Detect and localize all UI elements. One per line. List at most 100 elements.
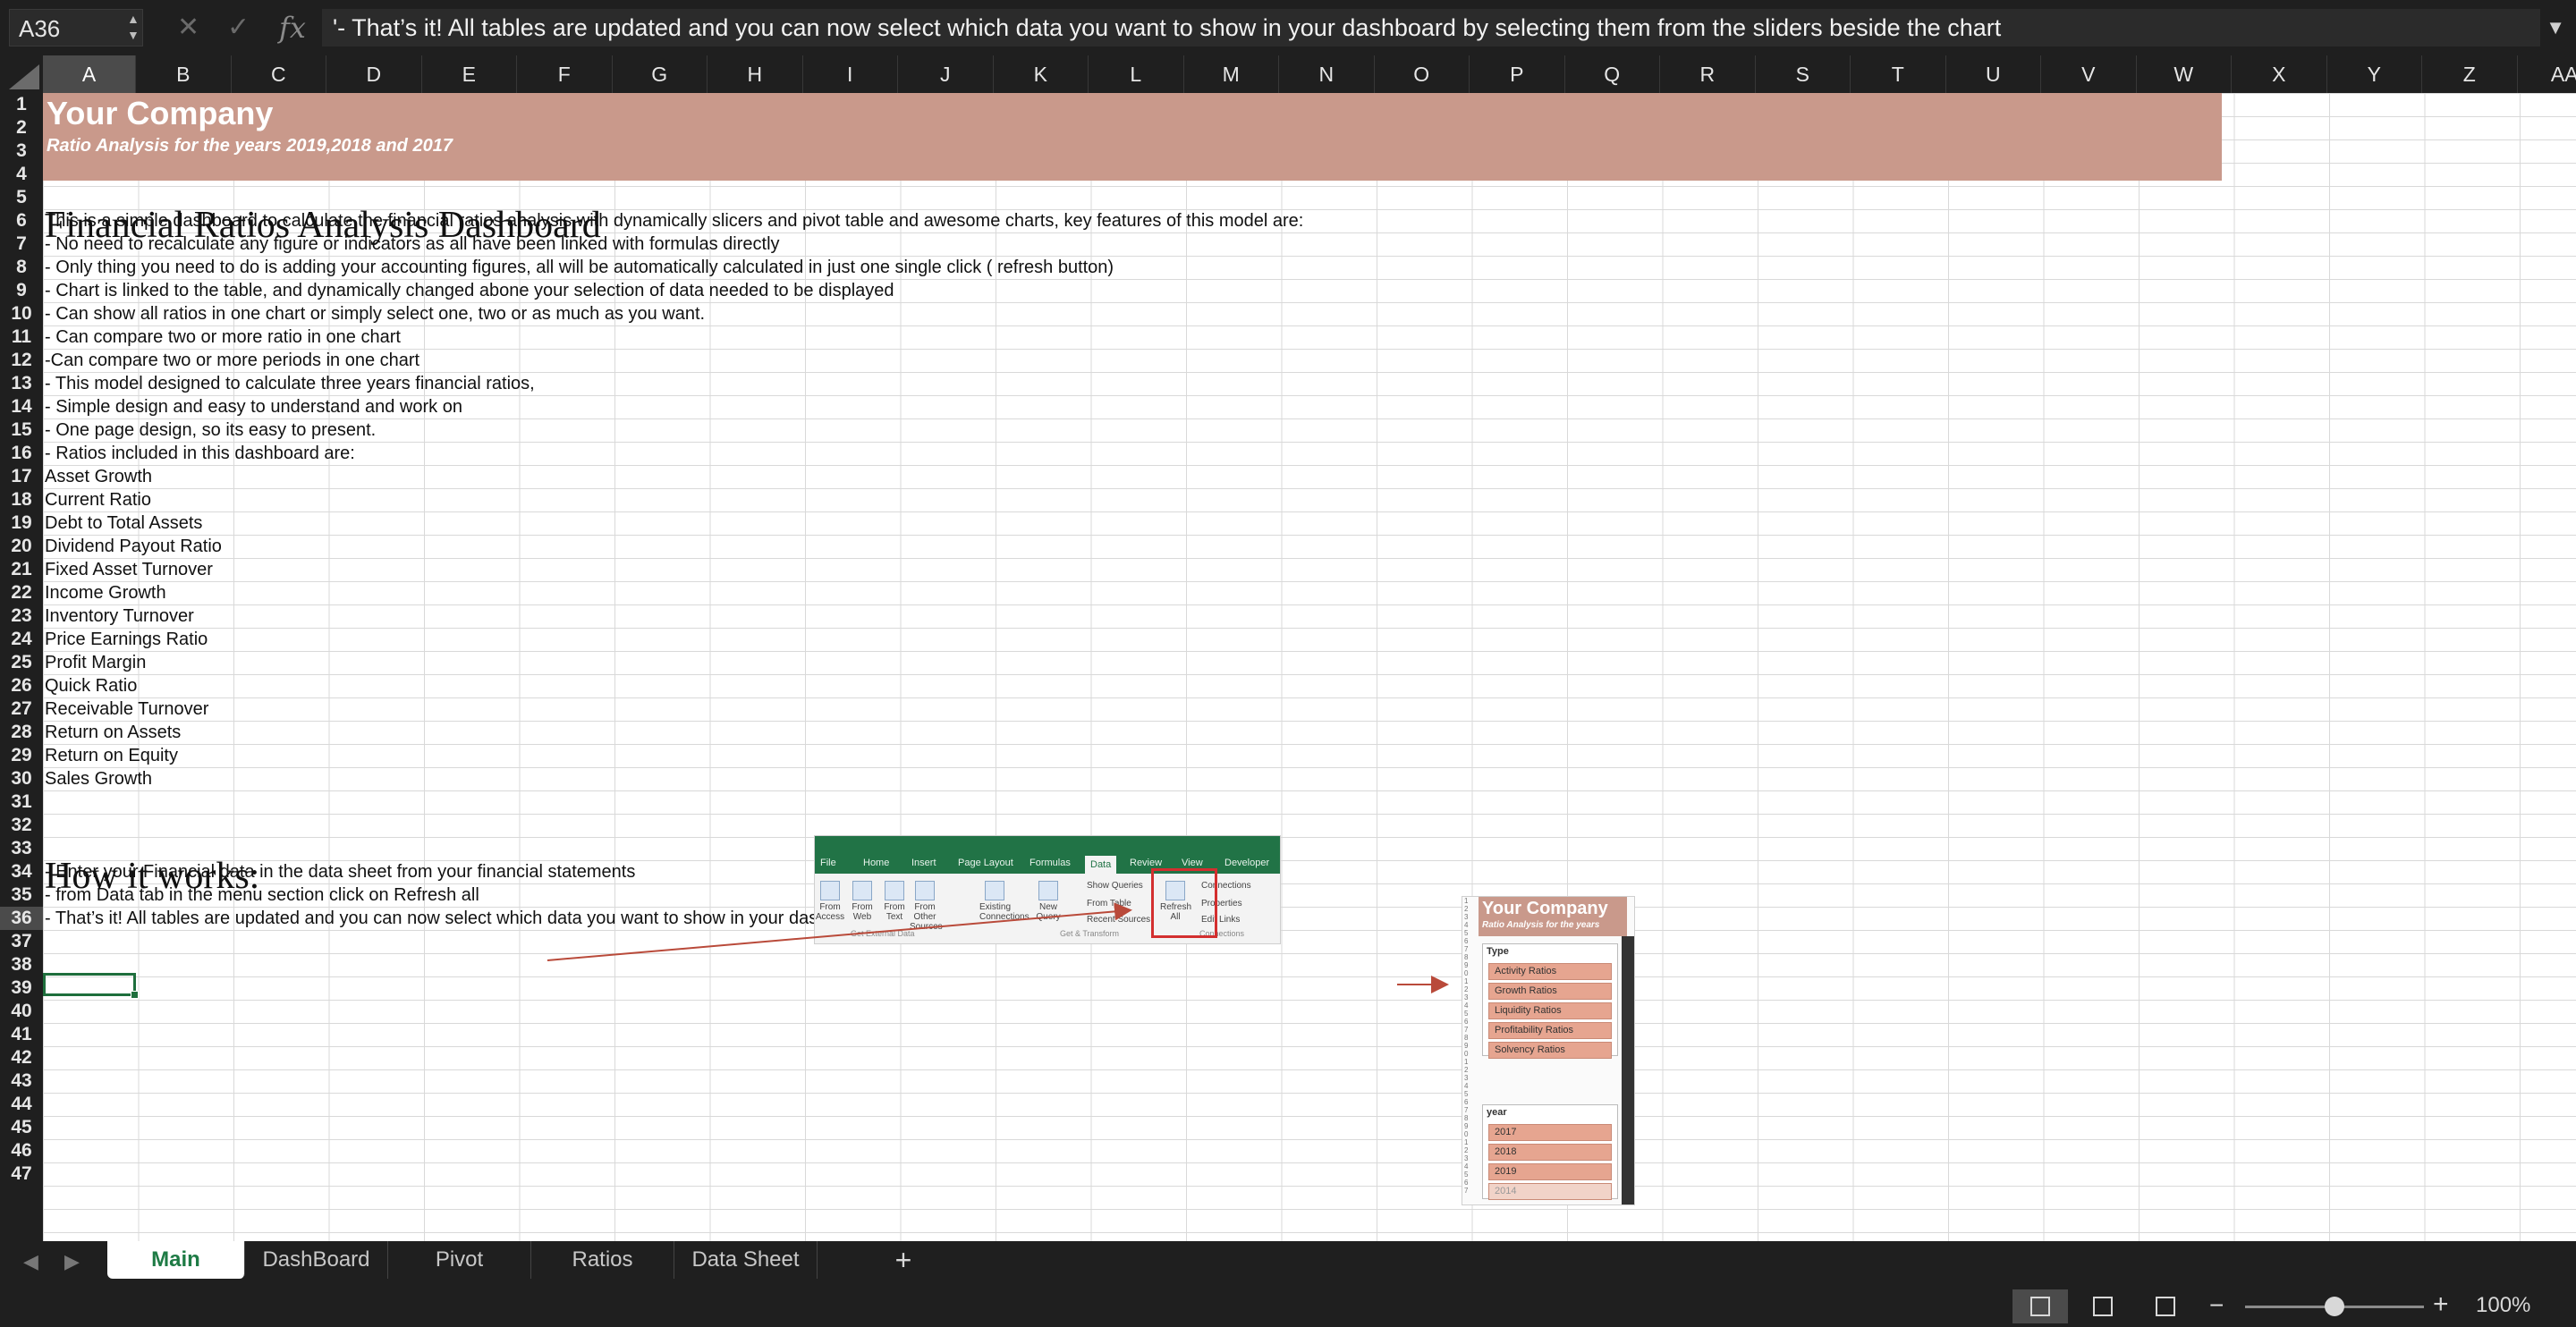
row-header-32[interactable]: 32	[0, 814, 43, 837]
row-header-24[interactable]: 24	[0, 628, 43, 651]
row-header-23[interactable]: 23	[0, 604, 43, 628]
column-header-u[interactable]: U	[1946, 55, 2041, 93]
column-header-aa[interactable]: AA	[2518, 55, 2576, 93]
select-all-button[interactable]	[0, 55, 44, 93]
column-header-c[interactable]: C	[232, 55, 326, 93]
name-box-spinner-icon[interactable]: ▲ ▼	[127, 11, 140, 43]
row-header-38[interactable]: 38	[0, 953, 43, 976]
row-header-29[interactable]: 29	[0, 744, 43, 767]
column-header-p[interactable]: P	[1470, 55, 1565, 93]
zoom-slider-thumb[interactable]	[2325, 1297, 2344, 1316]
row-header-13[interactable]: 13	[0, 372, 43, 395]
column-header-o[interactable]: O	[1375, 55, 1470, 93]
formula-input[interactable]: '- That’s it! All tables are updated and…	[322, 9, 2540, 46]
row-header-26[interactable]: 26	[0, 674, 43, 697]
row-header-47[interactable]: 47	[0, 1162, 43, 1186]
column-header-l[interactable]: L	[1089, 55, 1184, 93]
column-header-v[interactable]: V	[2041, 55, 2137, 93]
row-header-31[interactable]: 31	[0, 790, 43, 814]
column-header-g[interactable]: G	[613, 55, 708, 93]
zoom-in-button[interactable]: +	[2433, 1289, 2449, 1320]
column-header-t[interactable]: T	[1851, 55, 1946, 93]
row-header-30[interactable]: 30	[0, 767, 43, 790]
row-header-16[interactable]: 16	[0, 442, 43, 465]
scroll-tabs-left-icon[interactable]: ◀	[23, 1250, 38, 1273]
column-header-y[interactable]: Y	[2327, 55, 2422, 93]
row-header-42[interactable]: 42	[0, 1046, 43, 1069]
zoom-out-button[interactable]: −	[2209, 1291, 2224, 1320]
column-header-j[interactable]: J	[898, 55, 994, 93]
insert-function-icon[interactable]: fx	[279, 9, 306, 46]
row-header-7[interactable]: 7	[0, 232, 43, 256]
column-header-n[interactable]: N	[1279, 55, 1375, 93]
column-header-b[interactable]: B	[136, 55, 232, 93]
row-header-22[interactable]: 22	[0, 581, 43, 604]
row-header-4[interactable]: 4	[0, 163, 43, 186]
sheet-tab-pivot[interactable]: Pivot	[388, 1241, 531, 1279]
row-header-33[interactable]: 33	[0, 837, 43, 860]
row-header-10[interactable]: 10	[0, 302, 43, 325]
column-header-i[interactable]: I	[803, 55, 898, 93]
normal-view-icon[interactable]	[2012, 1289, 2068, 1323]
row-header-21[interactable]: 21	[0, 558, 43, 581]
column-header-s[interactable]: S	[1756, 55, 1851, 93]
zoom-slider[interactable]	[2245, 1297, 2424, 1316]
row-header-35[interactable]: 35	[0, 883, 43, 907]
name-box[interactable]: A36	[9, 9, 143, 46]
active-cell-a36[interactable]	[43, 973, 139, 999]
column-header-k[interactable]: K	[994, 55, 1089, 93]
row-header-43[interactable]: 43	[0, 1069, 43, 1093]
column-header-r[interactable]: R	[1660, 55, 1756, 93]
column-header-e[interactable]: E	[422, 55, 517, 93]
row-header-46[interactable]: 46	[0, 1139, 43, 1162]
column-header-h[interactable]: H	[708, 55, 803, 93]
row-header-18[interactable]: 18	[0, 488, 43, 511]
column-header-q[interactable]: Q	[1565, 55, 1660, 93]
column-header-m[interactable]: M	[1184, 55, 1279, 93]
row-header-3[interactable]: 3	[0, 139, 43, 163]
confirm-icon[interactable]: ✓	[227, 9, 250, 46]
sheet-tab-main[interactable]: Main	[107, 1241, 245, 1279]
sheet-tab-data-sheet[interactable]: Data Sheet	[674, 1241, 818, 1279]
row-header-39[interactable]: 39	[0, 976, 43, 1000]
row-header-9[interactable]: 9	[0, 279, 43, 302]
column-header-w[interactable]: W	[2137, 55, 2232, 93]
row-header-40[interactable]: 40	[0, 1000, 43, 1023]
add-sheet-button[interactable]: +	[880, 1241, 927, 1279]
scroll-tabs-right-icon[interactable]: ▶	[64, 1250, 80, 1273]
row-header-17[interactable]: 17	[0, 465, 43, 488]
row-header-37[interactable]: 37	[0, 930, 43, 953]
row-header-41[interactable]: 41	[0, 1023, 43, 1046]
row-header-19[interactable]: 19	[0, 511, 43, 535]
row-header-12[interactable]: 12	[0, 349, 43, 372]
row-header-28[interactable]: 28	[0, 721, 43, 744]
row-header-34[interactable]: 34	[0, 860, 43, 883]
zoom-level[interactable]: 100%	[2476, 1293, 2530, 1318]
row-header-14[interactable]: 14	[0, 395, 43, 418]
row-header-15[interactable]: 15	[0, 418, 43, 442]
column-header-a[interactable]: A	[43, 55, 136, 93]
row-header-36[interactable]: 36	[0, 907, 43, 930]
column-header-x[interactable]: X	[2232, 55, 2327, 93]
row-header-20[interactable]: 20	[0, 535, 43, 558]
column-header-z[interactable]: Z	[2422, 55, 2518, 93]
expand-formula-bar-icon[interactable]: ▼	[2546, 11, 2565, 45]
sheet-tab-ratios[interactable]: Ratios	[531, 1241, 674, 1279]
row-header-45[interactable]: 45	[0, 1116, 43, 1139]
row-header-5[interactable]: 5	[0, 186, 43, 209]
row-header-6[interactable]: 6	[0, 209, 43, 232]
row-header-25[interactable]: 25	[0, 651, 43, 674]
row-header-2[interactable]: 2	[0, 116, 43, 139]
row-header-8[interactable]: 8	[0, 256, 43, 279]
column-header-d[interactable]: D	[326, 55, 422, 93]
row-header-1[interactable]: 1	[0, 93, 43, 116]
row-header-11[interactable]: 11	[0, 325, 43, 349]
slicer-screenshot-image[interactable]: 1234567890123456789012345678901234567 Yo…	[1462, 896, 1635, 1205]
sheet-tab-dashboard[interactable]: DashBoard	[245, 1241, 388, 1279]
column-header-f[interactable]: F	[517, 55, 613, 93]
cancel-icon[interactable]: ✕	[177, 9, 199, 46]
row-header-44[interactable]: 44	[0, 1093, 43, 1116]
ribbon-screenshot-image[interactable]: File Home Insert Page Layout Formulas Data Rev…	[814, 835, 1281, 944]
row-header-27[interactable]: 27	[0, 697, 43, 721]
page-break-preview-icon[interactable]	[2138, 1289, 2193, 1323]
